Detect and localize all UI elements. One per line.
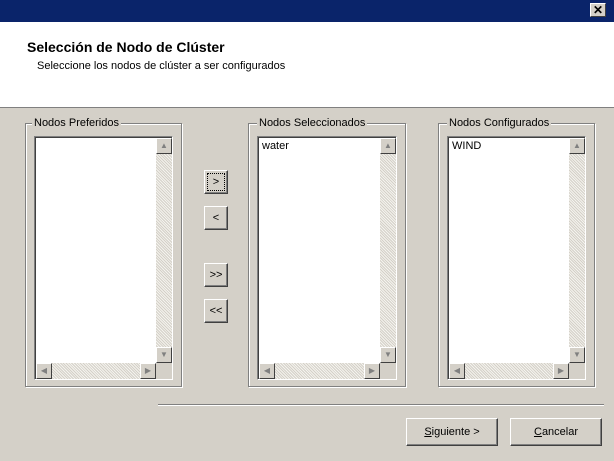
list-item[interactable]: WIND <box>452 140 481 152</box>
configured-nodes-list[interactable]: WIND ▲ ▼ ◀ ▶ <box>447 136 586 380</box>
scroll-right-icon[interactable]: ▶ <box>140 363 156 379</box>
vertical-scrollbar[interactable]: ▲ ▼ <box>569 138 585 363</box>
cancel-button[interactable]: Cancelar <box>510 418 602 446</box>
title-bar: ✕ <box>0 0 614 22</box>
cancel-button-label: Cancelar <box>533 426 579 438</box>
horizontal-scrollbar[interactable]: ◀ ▶ <box>449 363 569 379</box>
scroll-down-icon[interactable]: ▼ <box>156 347 172 363</box>
group-label-preferred: Nodos Preferidos <box>32 117 121 129</box>
list-item[interactable]: water <box>262 140 289 152</box>
group-label-configured: Nodos Configurados <box>447 117 552 129</box>
remove-all-button[interactable]: << <box>204 299 228 323</box>
scroll-right-icon[interactable]: ▶ <box>364 363 380 379</box>
vertical-scrollbar[interactable]: ▲ ▼ <box>380 138 396 363</box>
horizontal-scrollbar[interactable]: ◀ ▶ <box>36 363 156 379</box>
scroll-left-icon[interactable]: ◀ <box>259 363 275 379</box>
close-icon[interactable]: ✕ <box>590 3 606 17</box>
scroll-corner <box>380 363 396 379</box>
vertical-scrollbar[interactable]: ▲ ▼ <box>156 138 172 363</box>
preferred-nodes-list[interactable]: ▲ ▼ ◀ ▶ <box>34 136 173 380</box>
page-title: Selección de Nodo de Clúster <box>27 39 225 55</box>
add-all-button[interactable]: >> <box>204 263 228 287</box>
group-label-selected: Nodos Seleccionados <box>257 117 368 129</box>
add-selected-button[interactable]: > <box>204 170 228 194</box>
scroll-up-icon[interactable]: ▲ <box>569 138 585 154</box>
group-configured-nodes: Nodos Configurados WIND ▲ ▼ ◀ ▶ <box>438 117 595 387</box>
footer-separator-highlight <box>158 405 604 406</box>
group-preferred-nodes: Nodos Preferidos ▲ ▼ ◀ ▶ <box>25 117 182 387</box>
wizard-header: Selección de Nodo de Clúster Seleccione … <box>0 22 614 108</box>
next-button-label: Siguiente > <box>424 426 480 438</box>
scroll-down-icon[interactable]: ▼ <box>569 347 585 363</box>
scroll-left-icon[interactable]: ◀ <box>449 363 465 379</box>
scroll-corner <box>569 363 585 379</box>
scroll-up-icon[interactable]: ▲ <box>156 138 172 154</box>
scroll-right-icon[interactable]: ▶ <box>553 363 569 379</box>
scroll-down-icon[interactable]: ▼ <box>380 347 396 363</box>
scroll-left-icon[interactable]: ◀ <box>36 363 52 379</box>
selected-nodes-list[interactable]: water ▲ ▼ ◀ ▶ <box>257 136 397 380</box>
wizard-siguiente-button[interactable]: Siguiente > <box>406 418 498 446</box>
horizontal-scrollbar[interactable]: ◀ ▶ <box>259 363 380 379</box>
page-subtitle: Seleccione los nodos de clúster a ser co… <box>37 60 286 72</box>
remove-selected-button[interactable]: < <box>204 206 228 230</box>
group-selected-nodes: Nodos Seleccionados water ▲ ▼ ◀ ▶ <box>248 117 406 387</box>
scroll-up-icon[interactable]: ▲ <box>380 138 396 154</box>
scroll-corner <box>156 363 172 379</box>
